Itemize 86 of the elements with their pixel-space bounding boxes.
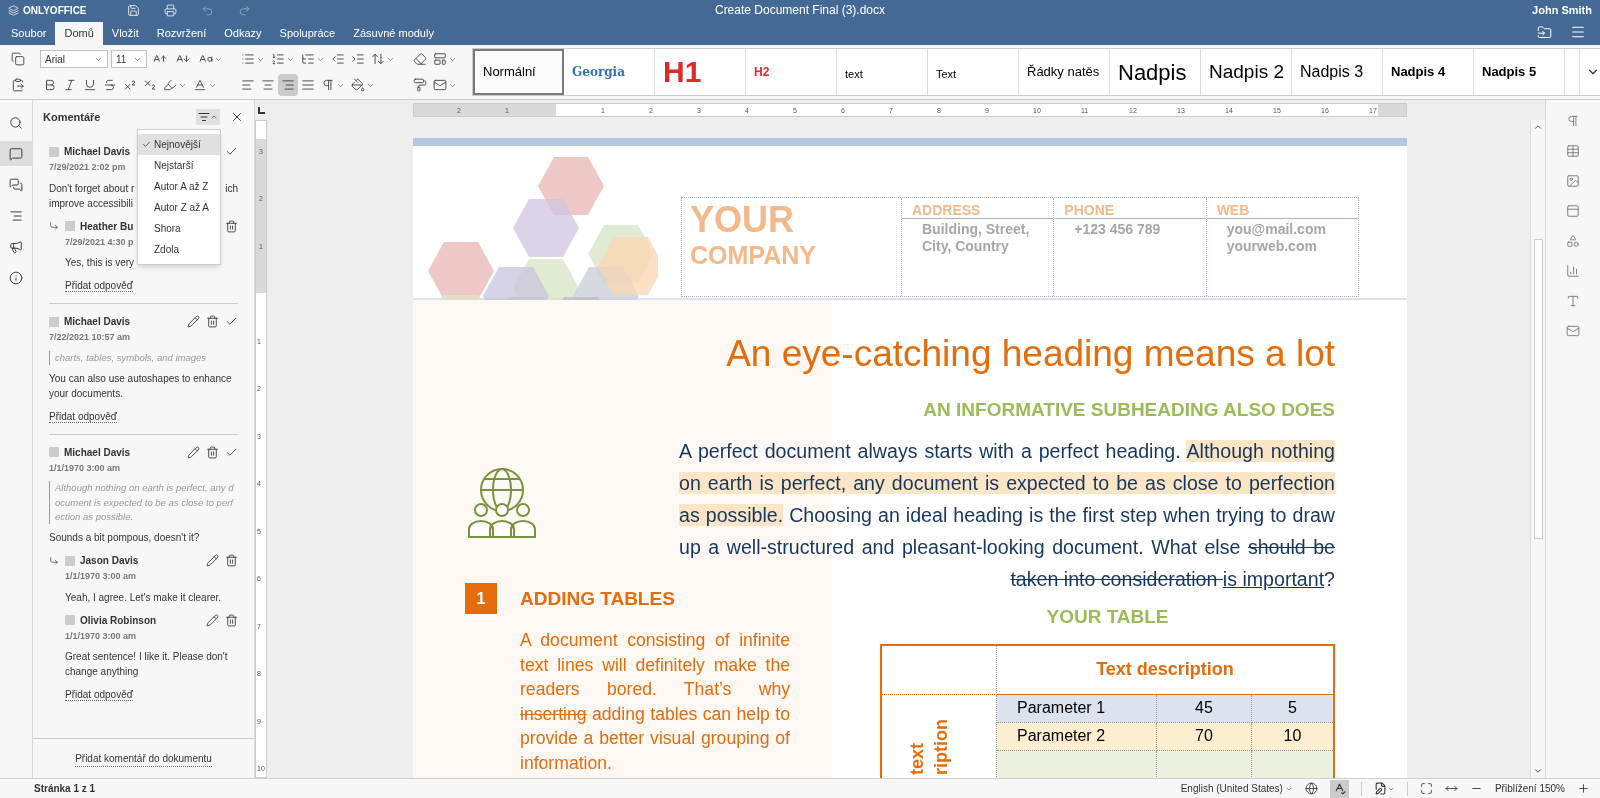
comment-text: Don't forget about r	[49, 181, 135, 196]
reply-date: 1/1/1970 3:00 am	[65, 630, 137, 641]
table-side-label: ription	[930, 718, 952, 775]
document-title: Create Document Final (3).docx	[714, 2, 886, 19]
contact-value: Building, Street,	[922, 221, 1031, 238]
menu-tab[interactable]: Rozvržení	[147, 22, 216, 45]
comment-text: ich	[225, 181, 238, 196]
table-title: YOUR TABLE	[1046, 605, 1169, 629]
contact-value: yourweb.com	[1226, 238, 1318, 255]
style-preset[interactable]: Řádky natěs	[1019, 49, 1110, 95]
table-cell: Parameter 1	[997, 694, 1157, 723]
sort-option[interactable]: Autor Z až A	[138, 197, 220, 218]
add-reply-link[interactable]: Přidat odpověď	[65, 280, 133, 292]
panel-title: Komentáře	[43, 109, 101, 125]
sort-option[interactable]: Zdola	[138, 239, 220, 260]
table-cell: 5	[1252, 694, 1333, 723]
style-preset[interactable]: Text	[928, 49, 1019, 95]
company-name: YOUR	[690, 200, 795, 240]
user-name: John Smith	[1532, 2, 1592, 18]
comment-author: Michael Davis	[64, 145, 131, 159]
menu-tab[interactable]: Zásuvné moduly	[344, 22, 443, 45]
contact-label: PHONE	[1064, 202, 1115, 218]
comment-text: improve accessibili	[49, 196, 133, 211]
reply-date: 1/1/1970 3:00 am	[65, 571, 137, 581]
reply-text: Great sentence! I like it. Please don't change anything	[65, 650, 229, 679]
reply-text: Yes, this is very	[65, 256, 136, 270]
add-reply-link[interactable]: Přidat odpověď	[65, 689, 133, 701]
style-preset[interactable]: Georgia	[564, 49, 655, 95]
style-preset[interactable]: Nadpis 4	[1383, 49, 1474, 95]
contact-label: ADDRESS	[912, 202, 981, 218]
contact-value: City, Country	[922, 238, 1010, 255]
comment-text: You can also use autoshapes to enhance your documents.	[49, 371, 233, 401]
document-subheading: AN INFORMATIVE SUBHEADING ALSO DOES	[923, 398, 1335, 422]
menu-tab[interactable]: Odkazy	[215, 22, 271, 45]
section-number: 1	[465, 583, 497, 614]
menu-tab[interactable]: Domů	[55, 22, 103, 45]
add-reply-link[interactable]: Přidat odpověď	[49, 410, 117, 423]
menu-tab[interactable]: Vložit	[102, 22, 148, 45]
sort-option[interactable]: Nejstarší	[138, 155, 220, 176]
company-name: COMPANY	[690, 240, 817, 270]
document-heading: An eye-catching heading means a lot	[726, 332, 1335, 376]
quoted-text: Although nothing on earth is perfect, any document is expected to be as close to perfection as possible.	[49, 481, 238, 524]
zoom-level: Přiblížení 150%	[1494, 782, 1565, 796]
style-preset[interactable]: Nadpis 5	[1474, 49, 1565, 95]
comment-author: Michael Davis	[64, 315, 131, 329]
contact-label: WEB	[1216, 202, 1250, 218]
font-size-field[interactable]: 11	[111, 50, 147, 68]
contact-value: you@mail.com	[1226, 221, 1327, 238]
style-preset[interactable]: Normální	[473, 49, 564, 95]
intro-paragraph: A perfect document always starts with a perfect heading. Although nothing on earth is perfect, any document is expected to be as close to perfection as possible. Choosing an ideal heading is the first step when trying to draw up a well-structured and pleasant-looking document. What else should be taken into consideration is important?	[679, 439, 1335, 592]
comment-date: 1/1/1970 3:00 am	[49, 462, 121, 473]
quoted-text: charts, tables, symbols, and images	[49, 350, 238, 365]
reply-date: 7/29/2021 4:30 p	[65, 236, 134, 247]
menu-tab[interactable]: Soubor	[2, 22, 56, 45]
logo-text: ONLYOFFICE	[23, 3, 87, 18]
style-preset[interactable]: H2	[746, 49, 837, 95]
comment-date: 7/22/2021 10:57 am	[49, 332, 131, 342]
reply-author: Olivia Robinson	[80, 613, 157, 628]
table-cell: 70	[1157, 722, 1252, 751]
style-preset[interactable]: H1	[655, 49, 746, 95]
font-field[interactable]: Arial	[40, 50, 108, 68]
reply-text: Yeah, I agree. Let's make it clearer.	[65, 590, 223, 605]
contact-value: +123 456 789	[1074, 221, 1162, 238]
comment-author: Michael Davis	[64, 445, 131, 460]
style-preset[interactable]: Nadpis 2	[1201, 49, 1292, 95]
table-cell: Parameter 2	[997, 722, 1157, 751]
comment-text: Sounds a bit pompous, doesn't it?	[49, 531, 200, 545]
sort-option[interactable]: Nejnovější	[138, 134, 220, 155]
style-preset[interactable]: Nadpis 3	[1292, 49, 1383, 95]
language-selector[interactable]: English (United States)	[1180, 781, 1293, 796]
comment-date: 7/29/2021 2:02 pm	[49, 162, 126, 172]
style-preset[interactable]: text	[837, 49, 928, 95]
page-counter: Stránka 1 z 1	[34, 782, 96, 796]
add-comment-link[interactable]: Přidat komentář do dokumentu	[75, 750, 212, 767]
reply-author: Jason Davis	[80, 554, 139, 568]
table-cell: 45	[1157, 694, 1252, 723]
table-header: Text description	[1096, 658, 1234, 681]
sort-option[interactable]: Autor A až Z	[138, 176, 220, 197]
style-preset[interactable]: Nadpis	[1110, 49, 1201, 95]
section-paragraph: A document consisting of infinite text lines will definitely make the readers bored. That’s why inserting adding tables can help to provide a better visual grouping of information.	[520, 629, 790, 775]
sort-option[interactable]: Shora	[138, 218, 220, 239]
table-side-label: text	[906, 741, 928, 775]
menu-tab[interactable]: Spolupráce	[270, 22, 345, 45]
table-cell: 10	[1252, 722, 1333, 751]
reply-author: Heather Bu	[80, 219, 134, 234]
section-title: ADDING TABLES	[520, 587, 676, 611]
